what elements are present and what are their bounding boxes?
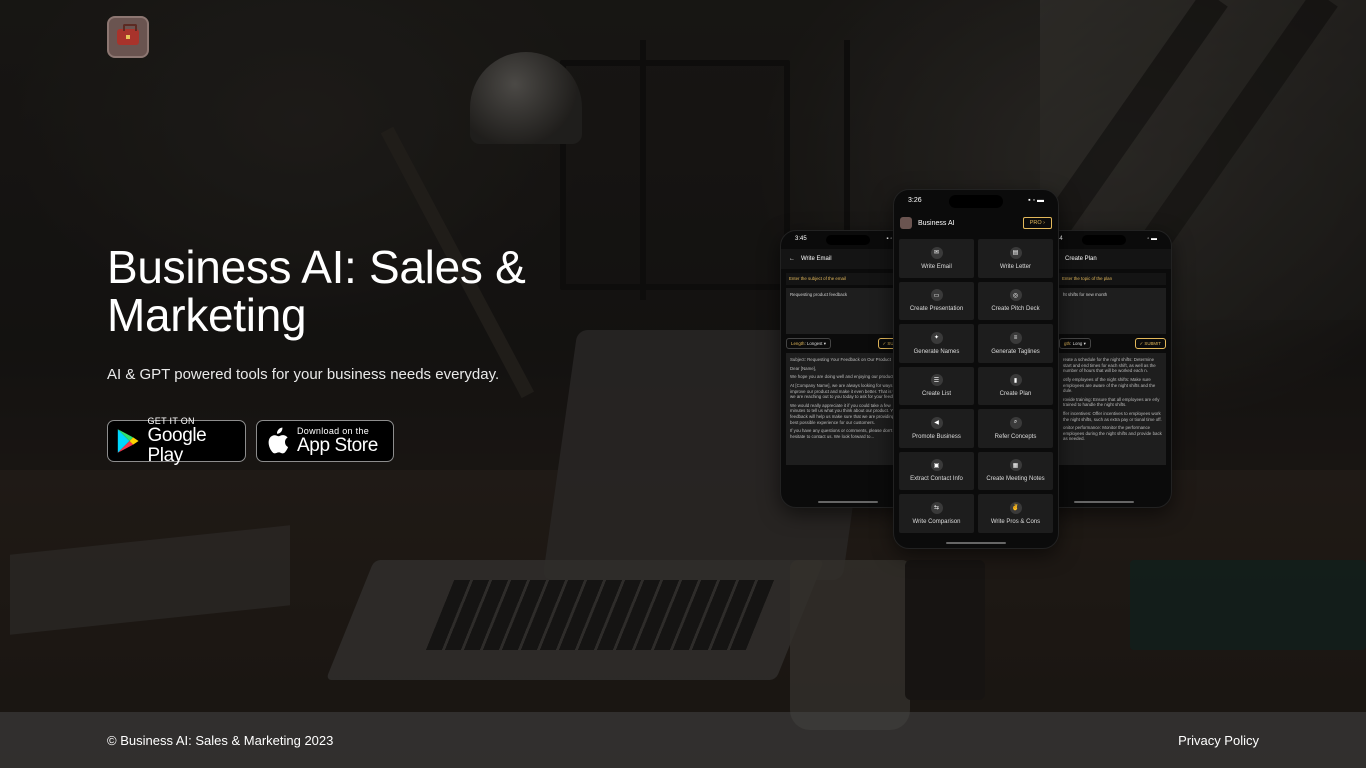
tool-tile-label: Refer Concepts <box>994 433 1037 440</box>
length-select: gth: Long ▾ <box>1059 337 1091 350</box>
copyright-text: © Business AI: Sales & Marketing 2023 <box>107 732 334 748</box>
app-store-button[interactable]: Download on the App Store <box>256 420 394 462</box>
output-text: reate a schedule for the night shifts: D… <box>1059 353 1166 466</box>
tool-tile-label: Create List <box>921 391 951 398</box>
status-icons: ◦ ▬ <box>1147 236 1157 242</box>
tool-tile: ▤ Write Letter <box>978 239 1053 278</box>
tool-tile-label: Write Email <box>921 263 952 270</box>
phone-mockup-home: 3:26 ▪ ◦ ▬ Business AI PRO › ✉ Write Email… <box>893 189 1059 549</box>
chart-icon: ▮ <box>1009 374 1022 387</box>
list-icon: ☰ <box>930 374 943 387</box>
privacy-policy-link[interactable]: Privacy Policy <box>1178 733 1259 748</box>
tool-tile-label: Generate Names <box>913 348 960 355</box>
tool-tile-label: Create Plan <box>999 391 1032 398</box>
input-area: Requesting product feedback <box>786 287 909 334</box>
tool-tile: ✉ Write Email <box>899 239 974 278</box>
status-time: 3:45 <box>795 236 807 242</box>
tool-tile-label: Create Presentation <box>909 306 964 313</box>
presentation-icon: ▭ <box>930 289 943 302</box>
length-select: Length: Longest ▾ <box>786 337 831 350</box>
hero-title: Business AI: Sales & Marketing <box>107 241 526 341</box>
app-mini-logo-icon <box>900 217 912 229</box>
phone-notch <box>825 235 870 245</box>
tool-tile: ▦ Create Meeting Notes <box>978 451 1053 490</box>
tool-tile: ✌ Write Pros & Cons <box>978 494 1053 533</box>
screen-title: Write Email <box>801 256 832 262</box>
tool-tile-label: Write Pros & Cons <box>990 518 1041 525</box>
tool-tile-label: Write Comparison <box>912 518 961 525</box>
status-icons: ▪ ◦ ▬ <box>1028 197 1044 204</box>
megaphone-icon: ◀ <box>930 416 943 429</box>
footer: © Business AI: Sales & Marketing 2023 Pr… <box>0 712 1366 768</box>
tool-tile: ☰ Create List <box>899 366 974 405</box>
phone-notch <box>1082 235 1126 245</box>
letter-icon: ▤ <box>1009 246 1022 259</box>
search-doc-icon: ⌕ <box>1009 416 1022 429</box>
compare-icon: ⇆ <box>930 501 943 514</box>
notes-icon: ▦ <box>1009 459 1022 472</box>
hero-subtitle: AI & GPT powered tools for your business… <box>107 366 500 383</box>
input-label: Enter the topic of the plan <box>1059 273 1166 285</box>
app-store-big-label: App Store <box>297 435 378 456</box>
google-play-icon <box>117 429 139 453</box>
tool-tile: ◎ Create Pitch Deck <box>978 281 1053 320</box>
tool-tile: ⌕ Refer Concepts <box>978 409 1053 448</box>
app-name: Business AI <box>918 219 955 227</box>
back-arrow-icon: ← <box>789 256 795 262</box>
phone-notch <box>949 195 1003 208</box>
tool-tile: ▭ Create Presentation <box>899 281 974 320</box>
submit-button: ✓ SUBMIT <box>1134 337 1166 350</box>
tool-tile-label: Generate Taglines <box>991 348 1040 355</box>
tool-tile-label: Promote Business <box>912 433 961 440</box>
tagline-icon: ≡ <box>1009 331 1022 344</box>
email-icon: ✉ <box>930 246 943 259</box>
tool-tile-label: Create Meeting Notes <box>986 476 1045 483</box>
tool-tile: ▣ Extract Contact Info <box>899 451 974 490</box>
tool-tile: ⇆ Write Comparison <box>899 494 974 533</box>
contact-card-icon: ▣ <box>930 459 943 472</box>
home-indicator <box>1074 501 1134 503</box>
status-time: 3:26 <box>908 197 922 204</box>
tool-tile-label: Extract Contact Info <box>910 476 963 483</box>
pitch-deck-icon: ◎ <box>1009 289 1022 302</box>
input-label: Enter the subject of the email <box>786 273 909 285</box>
tool-tile: ≡ Generate Taglines <box>978 324 1053 363</box>
input-area: ht shifts for new month <box>1059 287 1166 334</box>
tool-tile: ▮ Create Plan <box>978 366 1053 405</box>
tool-tile: ◀ Promote Business <box>899 409 974 448</box>
pro-badge: PRO › <box>1022 217 1052 229</box>
thumbs-icon: ✌ <box>1009 501 1022 514</box>
home-indicator <box>817 501 878 503</box>
tool-tile-label: Write Letter <box>1000 263 1031 270</box>
output-text: Subject: Requesting Your Feedback on Our… <box>786 353 909 466</box>
magic-wand-icon: ✦ <box>930 331 943 344</box>
briefcase-icon <box>117 24 139 45</box>
google-play-button[interactable]: GET IT ON Google Play <box>107 416 246 466</box>
apple-icon <box>268 427 289 454</box>
home-indicator <box>946 542 1006 544</box>
tool-tile-label: Create Pitch Deck <box>991 306 1040 313</box>
screen-title: Create Plan <box>1065 256 1097 262</box>
app-logo[interactable] <box>107 16 149 58</box>
tool-tile: ✦ Generate Names <box>899 324 974 363</box>
tool-grid: ✉ Write Email ▤ Write Letter ▭ Create Present… <box>894 236 1058 536</box>
google-play-big-label: Google Play <box>147 425 207 466</box>
